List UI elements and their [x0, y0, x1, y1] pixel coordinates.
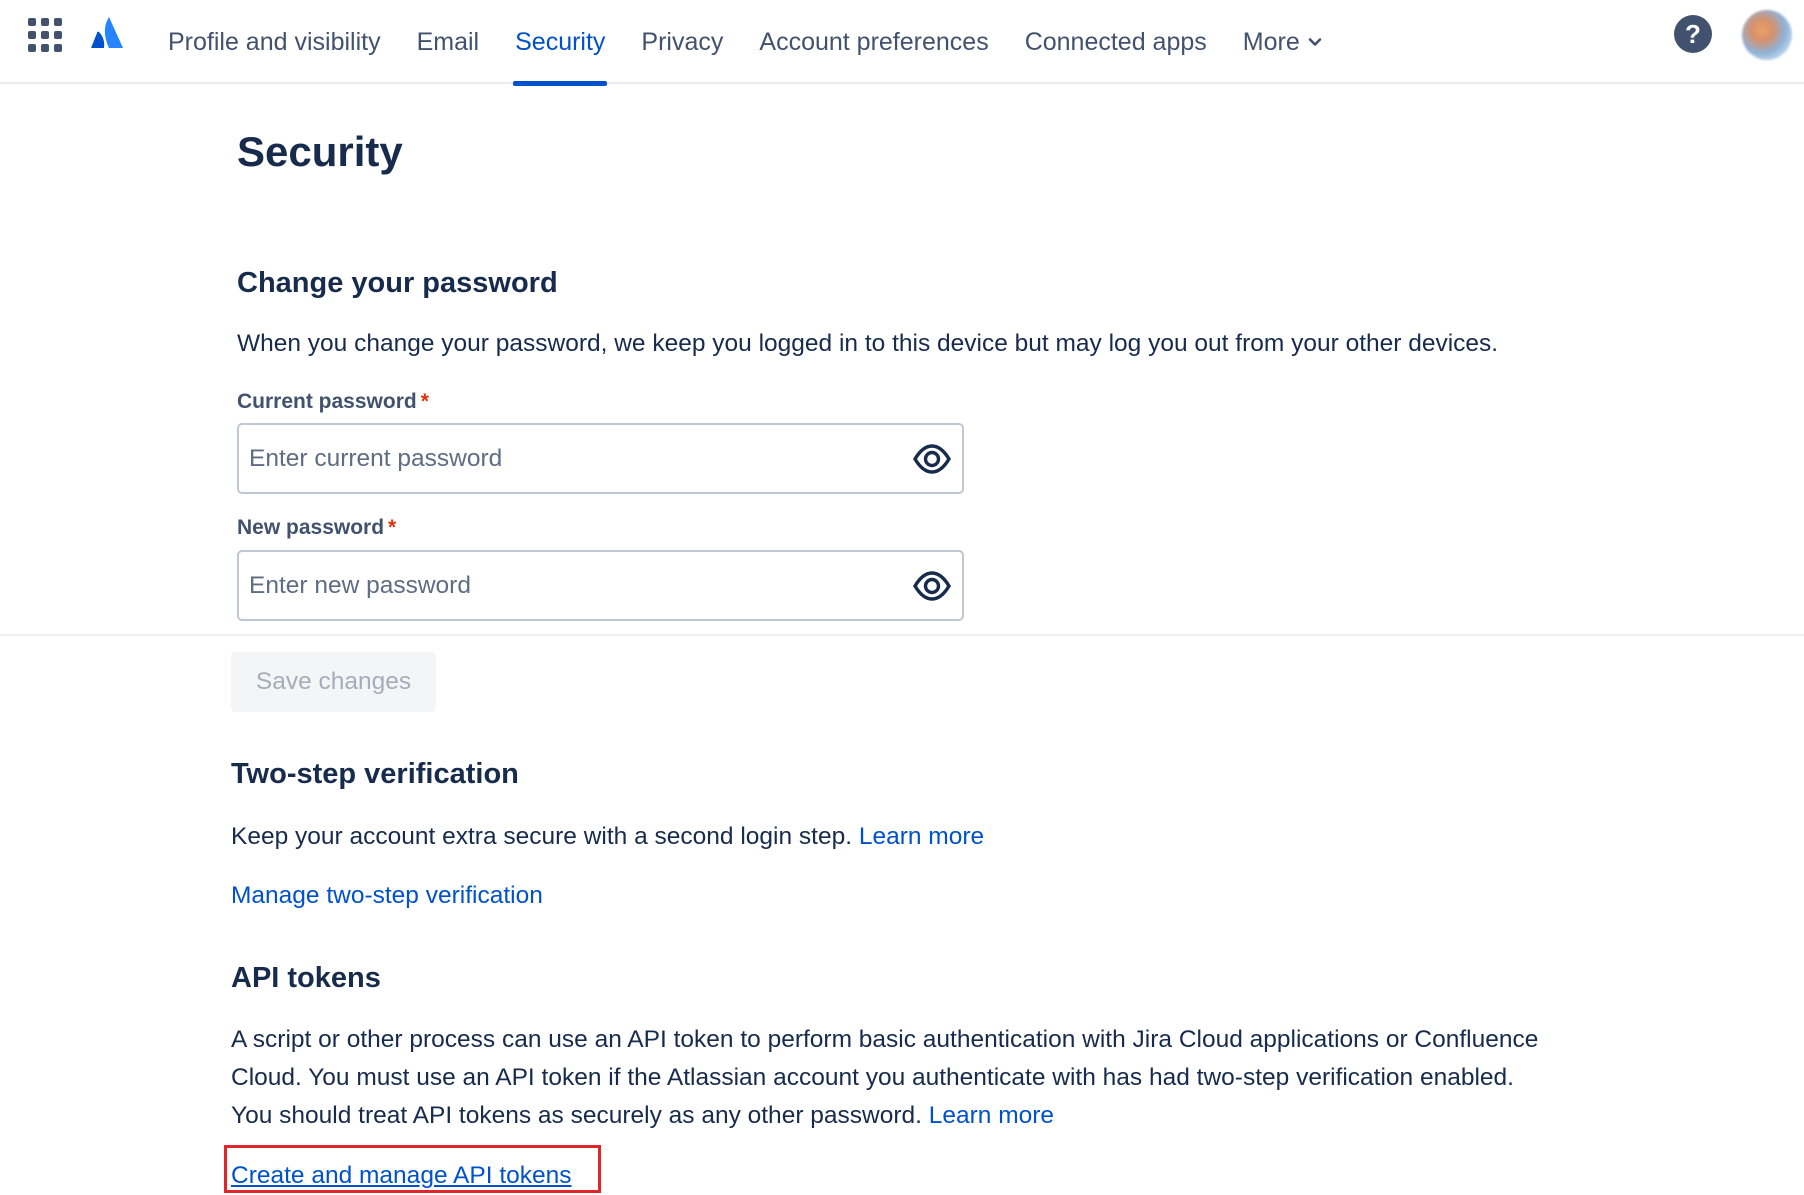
top-navigation: Profile and visibility Email Security Pr…	[0, 0, 1804, 86]
api-tokens-heading: API tokens	[231, 962, 381, 994]
page-title: Security	[237, 128, 403, 175]
manage-two-step-link[interactable]: Manage two-step verification	[231, 882, 543, 910]
required-marker: *	[388, 516, 397, 539]
help-icon[interactable]: ?	[1674, 15, 1712, 53]
tab-connected-apps[interactable]: Connected apps	[1007, 0, 1225, 84]
change-password-description: When you change your password, we keep y…	[237, 330, 1499, 357]
tab-label: More	[1242, 27, 1300, 56]
new-password-label-text: New password	[237, 516, 385, 539]
nav-tabs: Profile and visibility Email Security Pr…	[150, 0, 1340, 86]
two-step-learn-more-link[interactable]: Learn more	[859, 823, 984, 850]
tab-label: Account preferences	[759, 27, 989, 56]
new-password-label: New password *	[237, 516, 396, 540]
tab-email[interactable]: Email	[399, 0, 498, 84]
change-password-heading: Change your password	[237, 267, 558, 299]
eye-icon[interactable]	[912, 439, 952, 479]
tab-label: Email	[416, 27, 480, 56]
tab-label: Profile and visibility	[168, 27, 381, 56]
save-changes-button[interactable]: Save changes	[231, 652, 436, 712]
app-switcher-icon[interactable]	[28, 18, 62, 52]
current-password-input[interactable]	[249, 425, 889, 492]
two-step-heading: Two-step verification	[231, 758, 519, 790]
eye-icon[interactable]	[912, 566, 952, 606]
atlassian-logo-icon[interactable]	[90, 16, 126, 50]
api-tokens-description-text: A script or other process can use an API…	[231, 1026, 1539, 1129]
divider	[0, 634, 1804, 636]
current-password-field	[237, 423, 964, 494]
new-password-input[interactable]	[249, 552, 889, 619]
tab-label: Connected apps	[1024, 27, 1207, 56]
api-tokens-learn-more-link[interactable]: Learn more	[929, 1102, 1054, 1129]
tab-label: Privacy	[641, 27, 724, 56]
tab-security[interactable]: Security	[497, 0, 623, 86]
two-step-description-text: Keep your account extra secure with a se…	[231, 823, 853, 850]
tab-profile-and-visibility[interactable]: Profile and visibility	[150, 0, 399, 84]
tab-privacy[interactable]: Privacy	[623, 0, 741, 84]
avatar[interactable]	[1742, 10, 1792, 60]
highlight-box	[224, 1145, 601, 1193]
chevron-down-icon	[1308, 38, 1322, 46]
api-tokens-description: A script or other process can use an API…	[231, 1021, 1561, 1135]
two-step-description: Keep your account extra secure with a se…	[231, 818, 984, 856]
new-password-field	[237, 550, 964, 621]
tab-more[interactable]: More	[1225, 0, 1340, 84]
current-password-label-text: Current password	[237, 390, 417, 413]
current-password-label: Current password *	[237, 390, 429, 414]
required-marker: *	[420, 390, 429, 413]
tab-account-preferences[interactable]: Account preferences	[741, 0, 1006, 84]
tab-label: Security	[515, 27, 606, 56]
